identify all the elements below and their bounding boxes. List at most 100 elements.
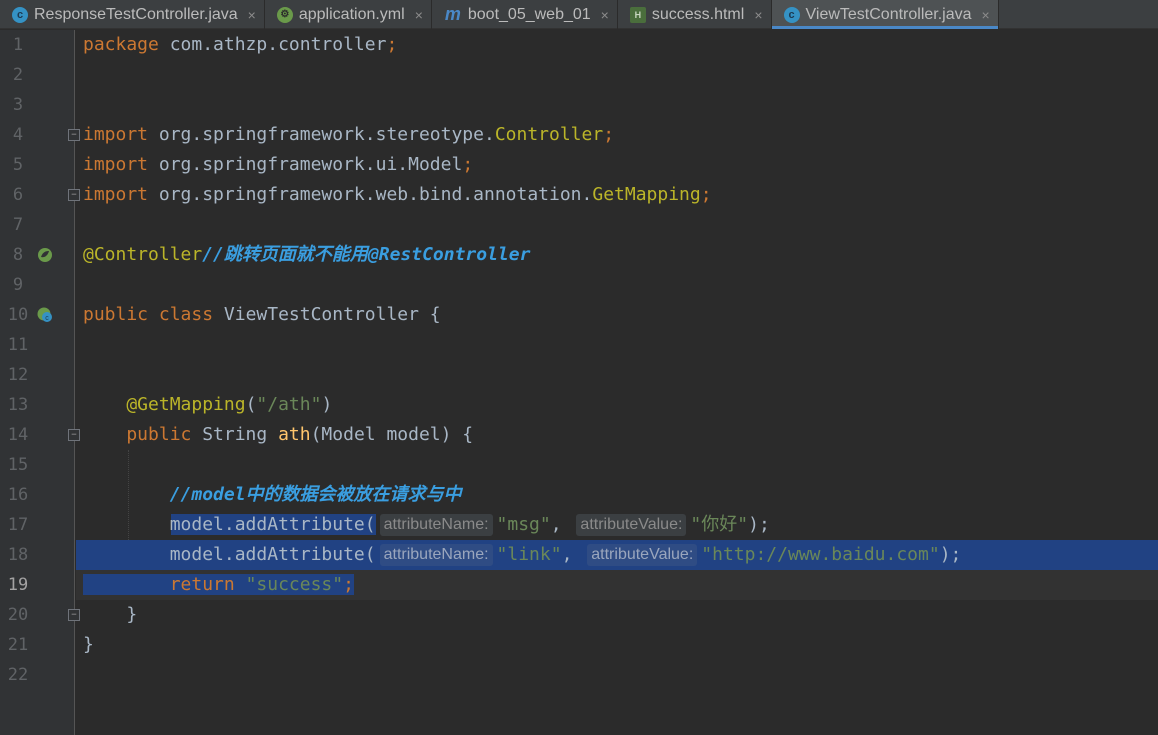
code-line-13: @GetMapping("/ath") — [76, 390, 1158, 420]
method-call: model.addAttribute( — [83, 544, 376, 565]
html-file-icon: H — [629, 6, 646, 23]
code-line-14: public String ath(Model model) { — [76, 420, 1158, 450]
line-number-gutter[interactable]: 1 2 3 4 5 6 7 8 9 10 11 12 13 14 15 16 1… — [0, 30, 106, 735]
spring-yml-icon: ⚙ — [276, 6, 293, 23]
keyword: import — [83, 154, 149, 175]
maven-icon: m — [444, 4, 461, 24]
package-name: com.athzp.controller — [158, 34, 387, 55]
close-icon[interactable]: × — [248, 7, 256, 23]
import-path: org.springframework.stereotype. — [148, 124, 495, 145]
semicolon: ; — [343, 574, 354, 595]
tab-view-test-controller[interactable]: c ViewTestController.java × — [771, 0, 999, 29]
close-icon[interactable]: × — [415, 7, 423, 23]
tab-label: ResponseTestController.java — [34, 5, 238, 23]
code-line-1: package com.athzp.controller; — [76, 30, 1158, 60]
code-line-17: model.addAttribute(attributeName: "msg", … — [76, 510, 1158, 540]
line-number: 1 — [12, 35, 24, 55]
line-number: 22 — [7, 665, 29, 685]
code-line-8: @Controller//跳转页面就不能用@RestController — [76, 240, 1158, 270]
class-declaration: ViewTestController { — [213, 304, 441, 325]
import-path: org.springframework.web.bind.annotation. — [148, 184, 593, 205]
code-line-19: return "success"; — [76, 570, 1158, 600]
parameter-hint: attributeName: — [379, 544, 493, 566]
line-number: 4 — [12, 125, 24, 145]
import-path: org.springframework.ui.Model — [148, 154, 463, 175]
line-number: 6 — [12, 185, 24, 205]
separator: , — [561, 544, 584, 565]
code-line-18: model.addAttribute(attributeName: "link",… — [76, 540, 1158, 570]
string-literal: "/ath" — [256, 394, 322, 415]
close-icon[interactable]: × — [982, 7, 990, 23]
semicolon: ; — [700, 184, 712, 205]
method-params: (Model model) { — [310, 424, 474, 445]
line-number: 15 — [7, 455, 29, 475]
line-number-current: 19 — [7, 575, 29, 595]
statement-end: ); — [748, 514, 770, 535]
line-number: 9 — [12, 275, 24, 295]
line-number: 21 — [7, 635, 29, 655]
tab-label: ViewTestController.java — [805, 5, 972, 23]
line-number: 11 — [7, 335, 29, 355]
separator: , — [550, 514, 573, 535]
return-type: String — [191, 424, 279, 445]
keyword: class — [148, 304, 214, 325]
line-number: 7 — [12, 215, 24, 235]
paren: ( — [245, 394, 257, 415]
line-number: 3 — [12, 95, 24, 115]
code-line-5: import org.springframework.ui.Model; — [76, 150, 1158, 180]
semicolon: ; — [603, 124, 615, 145]
keyword: return — [169, 574, 235, 595]
selection: return "success"; — [83, 574, 354, 595]
closing-brace: } — [83, 604, 138, 625]
parameter-hint: attributeName: — [379, 514, 493, 536]
tab-application-yml[interactable]: ⚙ application.yml × — [265, 0, 432, 29]
line-number: 10 — [7, 305, 29, 325]
java-class-icon: c — [783, 6, 800, 23]
string-literal: "link" — [496, 544, 562, 565]
keyword: package — [83, 34, 159, 55]
string-literal: "http://www.baidu.com" — [701, 544, 940, 565]
semicolon: ; — [462, 154, 474, 175]
line-number: 14 — [7, 425, 29, 445]
line-number: 18 — [7, 545, 29, 565]
code-line-20: } — [76, 600, 1158, 630]
tab-response-test-controller[interactable]: c ResponseTestController.java × — [0, 0, 265, 29]
close-icon[interactable]: × — [754, 7, 762, 23]
keyword: public — [83, 424, 192, 445]
code-line-10: public class ViewTestController { — [76, 300, 1158, 330]
tab-success-html[interactable]: H success.html × — [618, 0, 772, 29]
line-number: 5 — [12, 155, 24, 175]
tab-label: boot_05_web_01 — [467, 5, 591, 23]
code-editor[interactable]: package com.athzp.controller; import org… — [76, 30, 1158, 735]
line-number: 12 — [7, 365, 29, 385]
method-call: model.addAttribute( — [83, 514, 376, 535]
java-class-icon: c — [12, 6, 28, 23]
line-number: 13 — [7, 395, 29, 415]
import-class: GetMapping — [592, 184, 701, 205]
parameter-hint: attributeValue: — [587, 544, 698, 566]
statement-end: ); — [939, 544, 962, 565]
parameter-hint: attributeValue: — [576, 514, 687, 536]
line-number: 20 — [7, 605, 29, 625]
svg-text:c: c — [45, 315, 49, 322]
close-icon[interactable]: × — [601, 7, 609, 23]
tab-boot-05-web-01[interactable]: m boot_05_web_01 × — [432, 0, 618, 29]
string-literal: "你好" — [690, 514, 749, 535]
spring-class-icon[interactable]: c — [36, 306, 54, 324]
closing-brace: } — [83, 634, 94, 655]
tab-label: success.html — [651, 5, 745, 23]
import-class: Controller — [494, 124, 604, 145]
keyword: import — [83, 124, 149, 145]
tab-label: application.yml — [298, 5, 405, 23]
code-line-16: //model中的数据会被放在请求与中 — [76, 480, 1158, 510]
spring-bean-icon[interactable] — [36, 246, 54, 264]
code-line-21: } — [76, 630, 1158, 660]
line-number: 8 — [12, 245, 24, 265]
paren: ) — [321, 394, 333, 415]
annotation: @Controller — [83, 244, 203, 265]
code-line-4: import org.springframework.stereotype.Co… — [76, 120, 1158, 150]
method-name: ath — [278, 424, 311, 445]
string-literal: "msg" — [496, 514, 551, 535]
line-number: 17 — [7, 515, 29, 535]
